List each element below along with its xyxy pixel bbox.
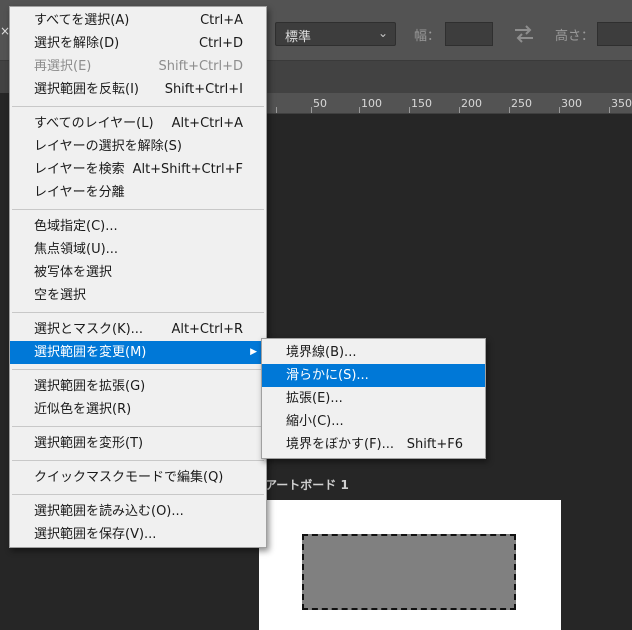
menu-item-shortcut: Alt+Ctrl+R <box>171 322 243 337</box>
menu-item-focus-area[interactable]: 焦点領域(U)... <box>10 238 266 261</box>
submenu-item-expand[interactable]: 拡張(E)... <box>262 387 485 410</box>
ruler-tick <box>409 107 410 113</box>
height-label: 高さ： <box>555 29 595 44</box>
submenu-item-border[interactable]: 境界線(B)... <box>262 341 485 364</box>
marquee-selection[interactable] <box>302 534 516 610</box>
menu-item-label: 選択範囲を拡張(G) <box>34 379 146 394</box>
menu-item-label: すべてのレイヤー(L) <box>34 116 154 131</box>
menu-item-label: すべてを選択(A) <box>34 13 130 28</box>
menu-item-deselect[interactable]: 選択を解除(D) Ctrl+D <box>10 32 266 55</box>
ruler-tick-label: 50 <box>313 97 327 110</box>
select-menu: すべてを選択(A) Ctrl+A 選択を解除(D) Ctrl+D 再選択(E) … <box>9 6 267 548</box>
menu-item-label: 再選択(E) <box>34 59 92 74</box>
menu-item-label: 選択範囲を保存(V)... <box>34 527 157 542</box>
menu-item-label: 近似色を選択(R) <box>34 402 132 417</box>
ruler-tick-label: 200 <box>461 97 482 110</box>
menu-item-label: 選択範囲を読み込む(O)... <box>34 504 184 519</box>
menu-item-inverse[interactable]: 選択範囲を反転(I) Shift+Ctrl+I <box>10 78 266 101</box>
menu-separator <box>12 426 264 427</box>
ruler-tick <box>459 107 460 113</box>
style-select-value: 標準 <box>285 30 312 45</box>
artboard-label: アートボード 1 <box>265 478 349 492</box>
height-input[interactable] <box>597 22 632 46</box>
submenu-item-feather[interactable]: 境界をぼかす(F)... Shift+F6 <box>262 433 485 456</box>
menu-item-similar[interactable]: 近似色を選択(R) <box>10 398 266 421</box>
menu-item-shortcut: Ctrl+A <box>200 13 243 28</box>
menu-item-label: レイヤーを検索 <box>34 162 125 177</box>
width-label: 幅： <box>414 29 441 44</box>
submenu-arrow-icon: ▶ <box>250 347 257 357</box>
menu-item-shortcut: Shift+Ctrl+D <box>158 59 243 74</box>
menu-separator <box>12 369 264 370</box>
menu-item-reselect: 再選択(E) Shift+Ctrl+D <box>10 55 266 78</box>
menu-item-label: 縮小(C)... <box>286 414 344 429</box>
menu-item-load-selection[interactable]: 選択範囲を読み込む(O)... <box>10 500 266 523</box>
submenu-item-contract[interactable]: 縮小(C)... <box>262 410 485 433</box>
menu-item-save-selection[interactable]: 選択範囲を保存(V)... <box>10 523 266 546</box>
menu-item-label: 選択を解除(D) <box>34 36 120 51</box>
menu-item-isolate-layers[interactable]: レイヤーを分離 <box>10 181 266 204</box>
ruler-tick <box>609 107 610 113</box>
ruler-tick <box>276 107 277 113</box>
ruler-tick <box>559 107 560 113</box>
ruler-tick-label: 100 <box>361 97 382 110</box>
menu-separator <box>12 312 264 313</box>
chevron-down-icon: ⌄ <box>377 26 388 40</box>
menu-item-all-layers[interactable]: すべてのレイヤー(L) Alt+Ctrl+A <box>10 112 266 135</box>
modify-submenu: 境界線(B)... 滑らかに(S)... 拡張(E)... 縮小(C)... 境… <box>261 338 486 459</box>
menu-item-label: 選択範囲を反転(I) <box>34 82 139 97</box>
ruler-tick <box>509 107 510 113</box>
ruler-tick-label: 250 <box>511 97 532 110</box>
horizontal-ruler: 50 100 150 200 250 300 350 <box>266 93 632 114</box>
menu-item-label: 色域指定(C)... <box>34 219 118 234</box>
ruler-tick-label: 300 <box>561 97 582 110</box>
menu-item-transform-selection[interactable]: 選択範囲を変形(T) <box>10 432 266 455</box>
menu-item-color-range[interactable]: 色域指定(C)... <box>10 215 266 238</box>
menu-item-label: 境界をぼかす(F)... <box>286 437 395 452</box>
ruler-tick <box>311 107 312 113</box>
menu-item-shortcut: Ctrl+D <box>198 36 243 51</box>
menu-item-shortcut: Alt+Shift+Ctrl+F <box>132 162 243 177</box>
menu-item-label: 境界線(B)... <box>286 345 357 360</box>
menu-item-shortcut: Shift+Ctrl+I <box>164 82 243 97</box>
menu-item-sky[interactable]: 空を選択 <box>10 284 266 307</box>
menu-separator <box>12 209 264 210</box>
ruler-tick-label: 150 <box>411 97 432 110</box>
ruler-tick-label: 350 <box>611 97 632 110</box>
menu-separator <box>12 494 264 495</box>
menu-separator <box>12 106 264 107</box>
menu-item-find-layers[interactable]: レイヤーを検索 Alt+Shift+Ctrl+F <box>10 158 266 181</box>
width-input[interactable] <box>445 22 493 46</box>
menu-item-label: 選択範囲を変更(M) <box>34 345 147 360</box>
menu-item-label: 焦点領域(U)... <box>34 242 119 257</box>
menu-item-quick-mask[interactable]: クイックマスクモードで編集(Q) <box>10 466 266 489</box>
menu-item-label: レイヤーの選択を解除(S) <box>34 139 183 154</box>
menu-item-select-and-mask[interactable]: 選択とマスク(K)... Alt+Ctrl+R <box>10 318 266 341</box>
menu-item-grow[interactable]: 選択範囲を拡張(G) <box>10 375 266 398</box>
menu-item-label: クイックマスクモードで編集(Q) <box>34 470 224 485</box>
menu-item-label: 滑らかに(S)... <box>286 368 369 383</box>
menu-item-label: 空を選択 <box>34 288 87 303</box>
menu-separator <box>12 460 264 461</box>
menu-item-subject[interactable]: 被写体を選択 <box>10 261 266 284</box>
submenu-item-smooth[interactable]: 滑らかに(S)... <box>262 364 485 387</box>
menu-item-label: レイヤーを分離 <box>34 185 125 200</box>
ruler-tick <box>359 107 360 113</box>
menu-item-shortcut: Alt+Ctrl+A <box>171 116 243 131</box>
menu-item-label: 選択とマスク(K)... <box>34 322 144 337</box>
menu-item-label: 被写体を選択 <box>34 265 113 280</box>
menu-item-select-all[interactable]: すべてを選択(A) Ctrl+A <box>10 9 266 32</box>
menu-item-modify[interactable]: 選択範囲を変更(M) ▶ <box>10 341 266 364</box>
menu-item-deselect-layers[interactable]: レイヤーの選択を解除(S) <box>10 135 266 158</box>
menu-item-label: 選択範囲を変形(T) <box>34 436 144 451</box>
artboard[interactable] <box>259 500 561 630</box>
swap-icon[interactable] <box>512 24 536 44</box>
style-select[interactable]: 標準 ⌄ <box>275 22 396 46</box>
menu-item-label: 拡張(E)... <box>286 391 343 406</box>
menu-item-shortcut: Shift+F6 <box>406 437 463 452</box>
